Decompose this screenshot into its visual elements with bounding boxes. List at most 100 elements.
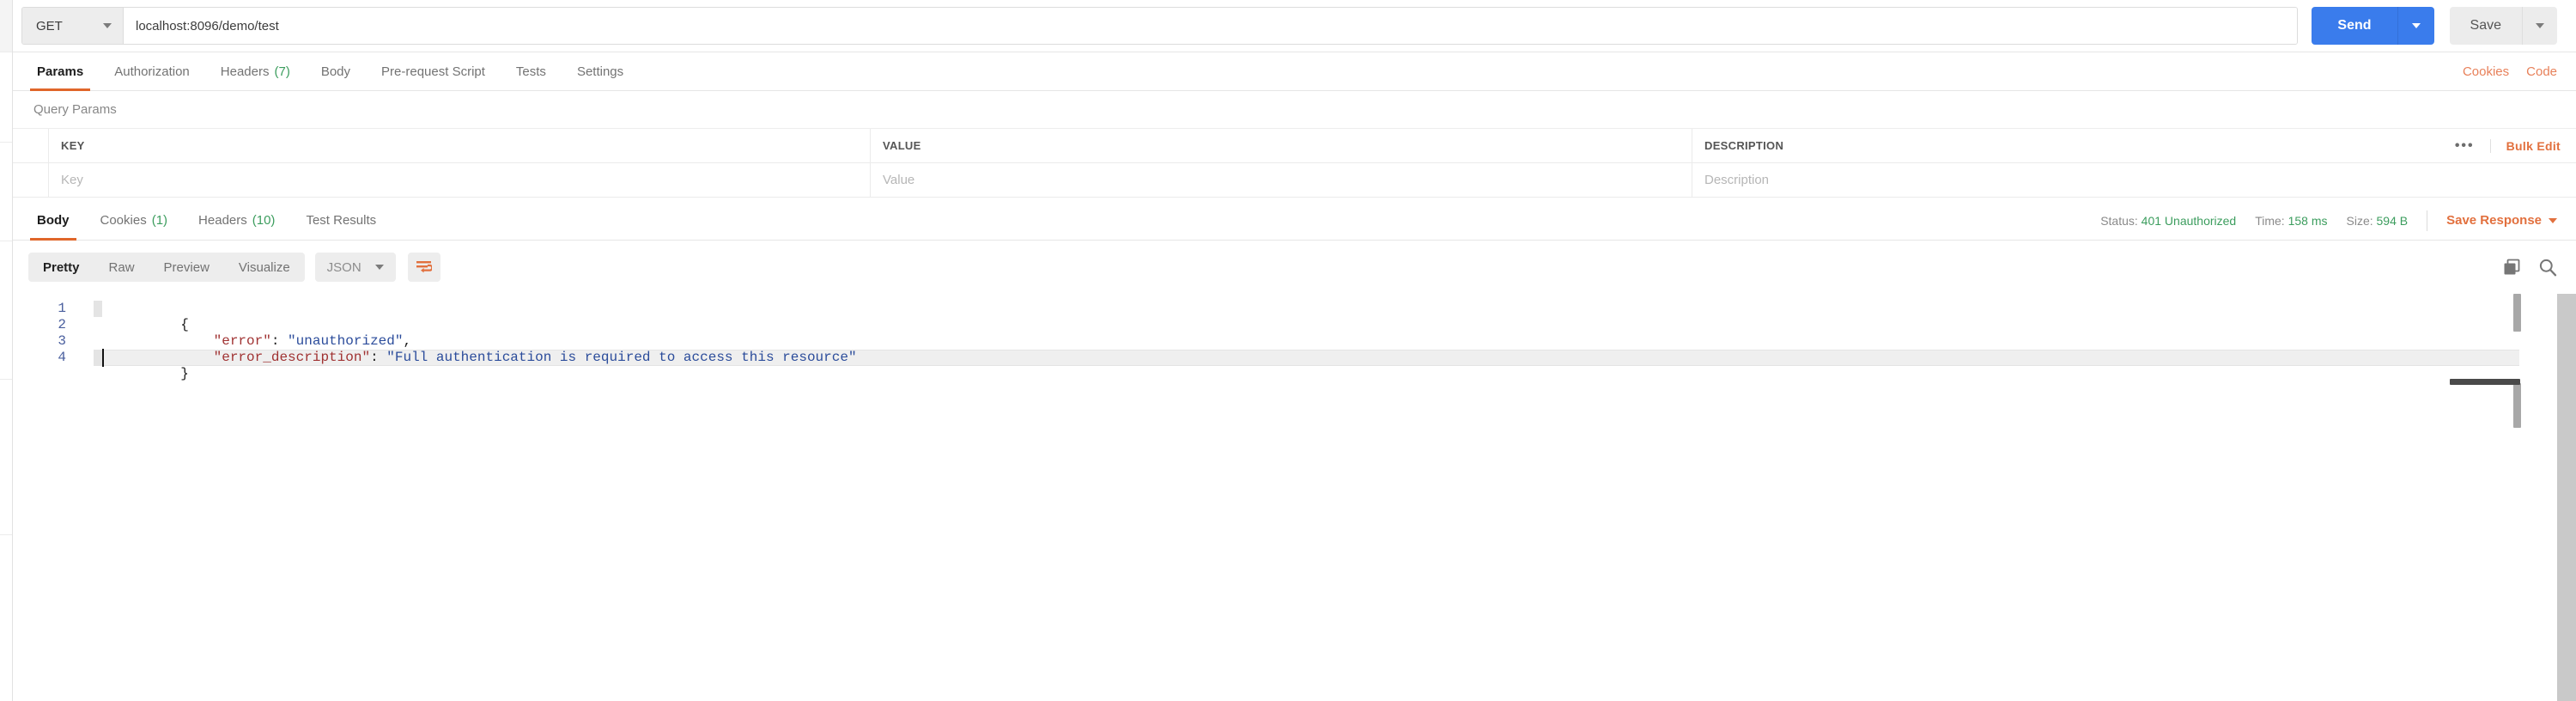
code-horizontal-scrollbar[interactable] [2450, 379, 2520, 385]
status-label: Status: [2100, 213, 2138, 228]
tab-settings[interactable]: Settings [562, 52, 639, 90]
sidebar-panel [0, 380, 12, 535]
tab-label: Settings [576, 64, 624, 79]
column-header-value: VALUE [871, 129, 1692, 162]
send-button-group: Send [2312, 7, 2434, 45]
code-vertical-scrollbar[interactable] [2513, 383, 2521, 428]
tab-headers[interactable]: Headers (7) [205, 52, 306, 90]
search-button[interactable] [2538, 258, 2557, 277]
tab-count: (1) [151, 213, 168, 228]
tab-count: (10) [252, 213, 276, 228]
code-line: { [80, 301, 2576, 332]
chevron-down-icon [103, 23, 112, 28]
code-token: , [403, 333, 412, 349]
save-options-button[interactable] [2523, 7, 2557, 45]
request-tabs-list: Params Authorization Headers (7) Body Pr… [13, 52, 639, 91]
sidebar-panel [0, 0, 12, 52]
sidebar-panel [0, 143, 12, 241]
request-tabs-actions: Cookies Code [2463, 52, 2557, 90]
status-badge: Status: 401 Unauthorized [2100, 214, 2236, 228]
code-line: "error_description": "Full authenticatio… [80, 333, 2576, 365]
save-button-group: Save [2449, 7, 2557, 45]
tab-label: Pre-request Script [381, 64, 485, 79]
save-response-button[interactable]: Save Response [2446, 213, 2557, 228]
view-pretty-button[interactable]: Pretty [28, 253, 94, 282]
code-token: : [370, 350, 387, 365]
tab-body[interactable]: Body [306, 52, 366, 90]
size-badge: Size: 594 B [2347, 214, 2409, 228]
line-number: 4 [58, 350, 66, 365]
http-method-dropdown[interactable]: GET [22, 8, 124, 44]
response-body-code-viewer[interactable]: 1 2 3 4 { "error": "unauthorized", "erro… [13, 294, 2576, 701]
query-params-heading: Query Params [13, 91, 2576, 129]
save-response-label: Save Response [2446, 213, 2542, 228]
column-header-key: KEY [49, 129, 871, 162]
tab-pre-request-script[interactable]: Pre-request Script [366, 52, 501, 90]
chevron-down-icon [374, 265, 384, 270]
send-options-button[interactable] [2397, 7, 2434, 45]
view-preview-button[interactable]: Preview [149, 253, 224, 282]
response-tab-body[interactable]: Body [21, 201, 85, 241]
line-number: 1 [58, 301, 66, 316]
line-number-gutter: 1 2 3 4 [13, 301, 80, 366]
tab-label: Cookies [100, 213, 147, 228]
table-row: Key Value Description [13, 163, 2576, 198]
bulk-edit-button[interactable]: Bulk Edit [2491, 139, 2561, 153]
time-value: 158 ms [2287, 213, 2328, 228]
response-tab-bar: Body Cookies (1) Headers (10) Test Resul… [13, 201, 2576, 241]
tab-label: Body [37, 213, 70, 228]
tab-params[interactable]: Params [21, 52, 99, 91]
code-token: { [180, 317, 189, 332]
http-method-label: GET [36, 18, 63, 34]
param-value-input[interactable]: Value [871, 163, 1692, 197]
copy-icon [2504, 259, 2520, 274]
param-key-input[interactable]: Key [49, 163, 871, 197]
chevron-down-icon [2536, 23, 2544, 28]
request-url-bar: GET Send Save [13, 0, 2576, 52]
view-visualize-button[interactable]: Visualize [224, 253, 305, 282]
header-checkbox-cell [13, 129, 49, 162]
response-tab-headers[interactable]: Headers (10) [183, 201, 290, 240]
save-button[interactable]: Save [2449, 7, 2523, 45]
send-button[interactable]: Send [2312, 7, 2398, 45]
response-tab-test-results[interactable]: Test Results [290, 201, 392, 240]
view-raw-button[interactable]: Raw [94, 253, 149, 282]
tab-label: Headers [198, 213, 247, 228]
body-format-dropdown[interactable]: JSON [314, 253, 396, 282]
copy-button[interactable] [2503, 259, 2521, 277]
query-params-table: KEY VALUE DESCRIPTION ••• Bulk Edit Key … [13, 129, 2576, 198]
code-token: "unauthorized" [288, 333, 404, 349]
postman-window: GET Send Save Params [0, 0, 2576, 701]
row-checkbox-cell[interactable] [13, 163, 49, 197]
tab-tests[interactable]: Tests [501, 52, 562, 90]
code-token: } [180, 366, 189, 381]
time-badge: Time: 158 ms [2255, 214, 2327, 228]
tab-label: Test Results [306, 213, 377, 228]
tab-label: Body [320, 64, 351, 79]
tab-authorization[interactable]: Authorization [99, 52, 205, 90]
window-scrollbar-track[interactable] [2557, 294, 2576, 701]
tab-label: Tests [515, 64, 546, 79]
url-input-group: GET [21, 7, 2299, 45]
param-description-input[interactable]: Description [1692, 163, 2576, 197]
size-label: Size: [2346, 213, 2373, 228]
code-token: : [270, 333, 289, 349]
request-url-input[interactable] [124, 8, 2298, 44]
code-link[interactable]: Code [2526, 64, 2557, 79]
code-token: "Full authentication is required to acce… [386, 350, 857, 365]
response-meta: Status: 401 Unauthorized Time: 158 ms Si… [2100, 201, 2557, 240]
response-tab-cookies[interactable]: Cookies (1) [85, 201, 184, 240]
request-tab-bar: Params Authorization Headers (7) Body Pr… [13, 52, 2576, 91]
search-icon [2539, 259, 2557, 277]
ellipsis-icon[interactable]: ••• [2439, 138, 2491, 153]
code-vertical-scrollbar[interactable] [2513, 294, 2521, 332]
word-wrap-toggle[interactable] [407, 253, 440, 282]
code-token: "error_description" [213, 350, 371, 365]
tab-label: Authorization [114, 64, 190, 79]
sidebar-panel [0, 535, 12, 701]
time-label: Time: [2255, 213, 2285, 228]
code-token: "error" [213, 333, 271, 349]
chevron-down-icon [2411, 23, 2421, 28]
cookies-link[interactable]: Cookies [2463, 64, 2509, 79]
